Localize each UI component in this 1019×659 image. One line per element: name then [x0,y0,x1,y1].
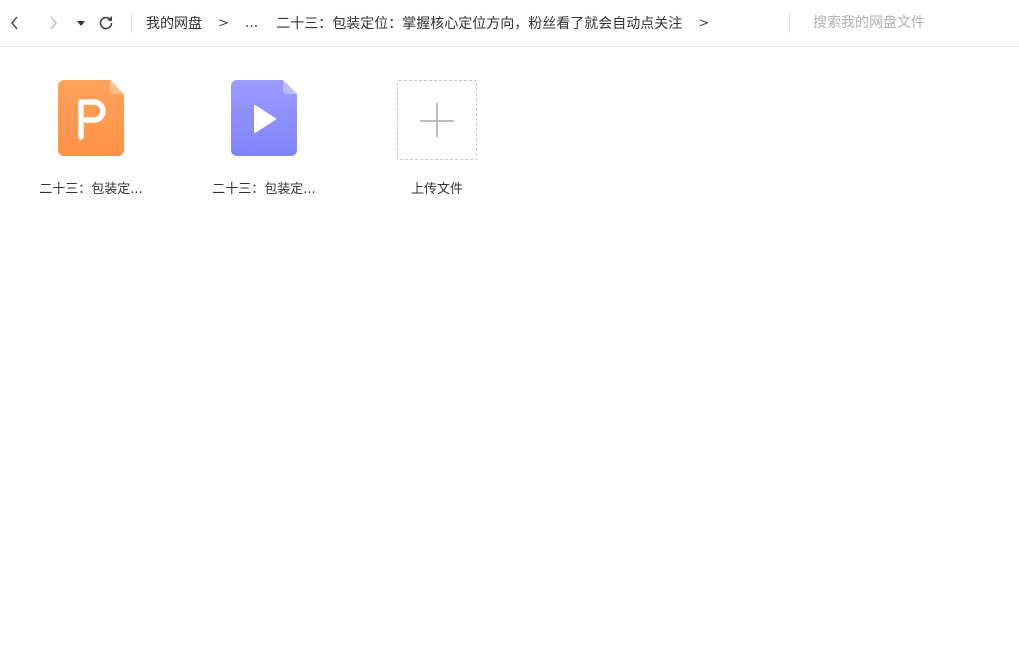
breadcrumb-separator: > [218,15,229,31]
breadcrumb: 我的网盘 > ... 二十三：包装定位：掌握核心定位方向，粉丝看了就会自动点关注… [146,0,725,46]
upload-label: 上传文件 [410,182,463,197]
breadcrumb-root[interactable]: 我的网盘 [146,13,202,33]
file-name: 二十三：包装定... [39,182,143,197]
plus-icon [436,103,438,137]
file-name: 二十三：包装定... [212,182,316,197]
search-divider [789,13,790,33]
refresh-button[interactable] [95,10,117,36]
chevron-right-icon [50,16,58,30]
file-item-ppt[interactable]: 二十三：包装定... [21,80,161,210]
upload-file-button[interactable]: 上传文件 [367,80,507,210]
file-item-video[interactable]: 二十三：包装定... [194,80,334,210]
ppt-file-icon [58,80,124,156]
toolbar-divider [131,13,132,33]
video-file-icon [231,80,297,156]
chevron-left-icon [10,16,18,30]
upload-box[interactable] [397,80,477,160]
breadcrumb-separator[interactable]: > [698,16,709,31]
caret-down-icon [77,21,85,26]
forward-button[interactable] [42,10,64,36]
refresh-icon [99,16,113,30]
history-dropdown-button[interactable] [72,10,90,36]
back-button[interactable] [4,10,26,36]
breadcrumb-current[interactable]: 二十三：包装定位：掌握核心定位方向，粉丝看了就会自动点关注 [276,13,682,33]
breadcrumb-ellipsis[interactable]: ... [245,15,258,31]
file-grid: 二十三：包装定... 二十三：包装定... 上传文件 [0,47,1019,659]
search-input[interactable] [801,9,1011,37]
toolbar: 我的网盘 > ... 二十三：包装定位：掌握核心定位方向，粉丝看了就会自动点关注… [0,0,1019,47]
